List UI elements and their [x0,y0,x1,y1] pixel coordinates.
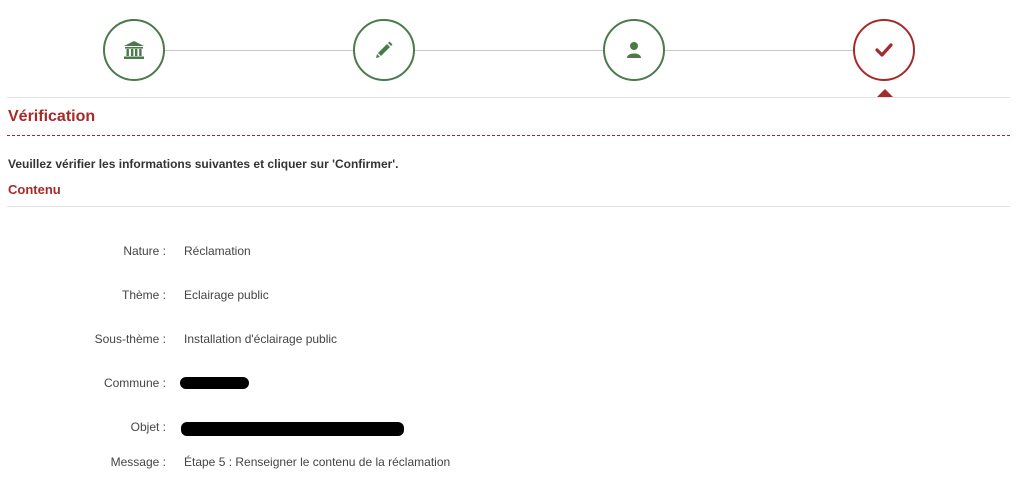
step-connector [665,50,853,51]
field-label: Commune : [103,376,166,390]
field-label: Objet : [130,420,166,434]
step-1[interactable] [103,19,165,81]
step-4-active[interactable] [853,19,915,81]
field-value: Étape 5 : Renseigner le contenu de la ré… [184,455,451,469]
field-value: Eclairage public [184,288,269,302]
pencil-icon [376,41,393,58]
instructions-text: Veuillez vérifier les informations suiva… [8,157,399,171]
divider [7,97,1010,98]
user-icon [627,42,641,58]
step-3[interactable] [603,19,665,81]
section-title: Vérification [8,108,96,125]
subsection-title: Contenu [8,182,61,197]
step-connector [415,50,603,51]
step-connector [165,50,353,51]
field-value: Réclamation [184,244,251,258]
field-label: Sous-thème : [94,332,166,346]
redacted-value [180,377,249,389]
progress-stepper [0,0,1024,100]
step-2[interactable] [353,19,415,81]
field-value: Installation d'éclairage public [184,332,338,346]
divider-dashed [7,135,1010,136]
field-label: Message : [110,455,166,469]
redacted-value [181,422,404,436]
check-icon [875,43,893,57]
field-label: Thème : [121,288,166,302]
divider [7,206,1010,207]
field-label: Nature : [123,244,166,258]
active-step-caret [877,89,893,97]
bank-icon [124,41,144,59]
